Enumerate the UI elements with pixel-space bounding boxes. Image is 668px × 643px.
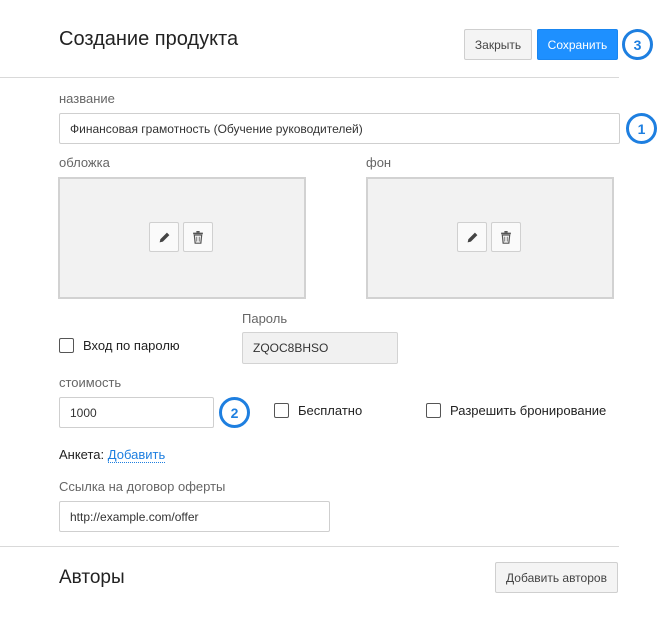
allow-booking-label: Разрешить бронирование <box>450 403 607 418</box>
save-button[interactable]: Сохранить <box>537 29 618 60</box>
edit-background-button[interactable] <box>457 222 487 252</box>
background-dropzone[interactable] <box>366 177 614 299</box>
name-label: название <box>59 91 115 106</box>
cover-dropzone[interactable] <box>58 177 306 299</box>
cost-label: стоимость <box>59 375 122 390</box>
free-checkbox[interactable] <box>274 403 289 418</box>
authors-title: Авторы <box>59 567 125 588</box>
pencil-icon <box>159 232 169 242</box>
close-button[interactable]: Закрыть <box>464 29 532 60</box>
header-divider <box>0 77 619 78</box>
allow-booking-checkbox[interactable] <box>426 403 441 418</box>
annotation-badge-2: 2 <box>219 397 250 428</box>
survey-row: Анкета: Добавить <box>59 447 166 463</box>
delete-cover-button[interactable] <box>183 222 213 252</box>
password-login-label: Вход по паролю <box>83 338 180 353</box>
annotation-badge-3: 3 <box>622 29 653 60</box>
background-label: фон <box>366 155 392 170</box>
survey-label: Анкета: <box>59 447 105 462</box>
annotation-badge-1: 1 <box>626 113 657 144</box>
password-field[interactable] <box>242 332 398 364</box>
delete-background-button[interactable] <box>491 222 521 252</box>
section-divider <box>0 546 619 547</box>
password-login-checkbox[interactable] <box>59 338 74 353</box>
pencil-icon <box>467 232 477 242</box>
password-label: Пароль <box>242 311 288 326</box>
add-authors-button[interactable]: Добавить авторов <box>495 562 618 593</box>
cover-label: обложка <box>59 155 110 170</box>
offer-label: Ссылка на договор оферты <box>59 479 226 494</box>
trash-icon <box>501 230 511 244</box>
name-input[interactable] <box>59 113 620 144</box>
free-label: Бесплатно <box>298 403 363 418</box>
page-title: Создание продукта <box>59 28 239 50</box>
trash-icon <box>193 230 203 244</box>
survey-add-link[interactable]: Добавить <box>107 447 166 463</box>
edit-cover-button[interactable] <box>149 222 179 252</box>
cost-input[interactable] <box>59 397 214 428</box>
offer-url-input[interactable] <box>59 501 330 532</box>
